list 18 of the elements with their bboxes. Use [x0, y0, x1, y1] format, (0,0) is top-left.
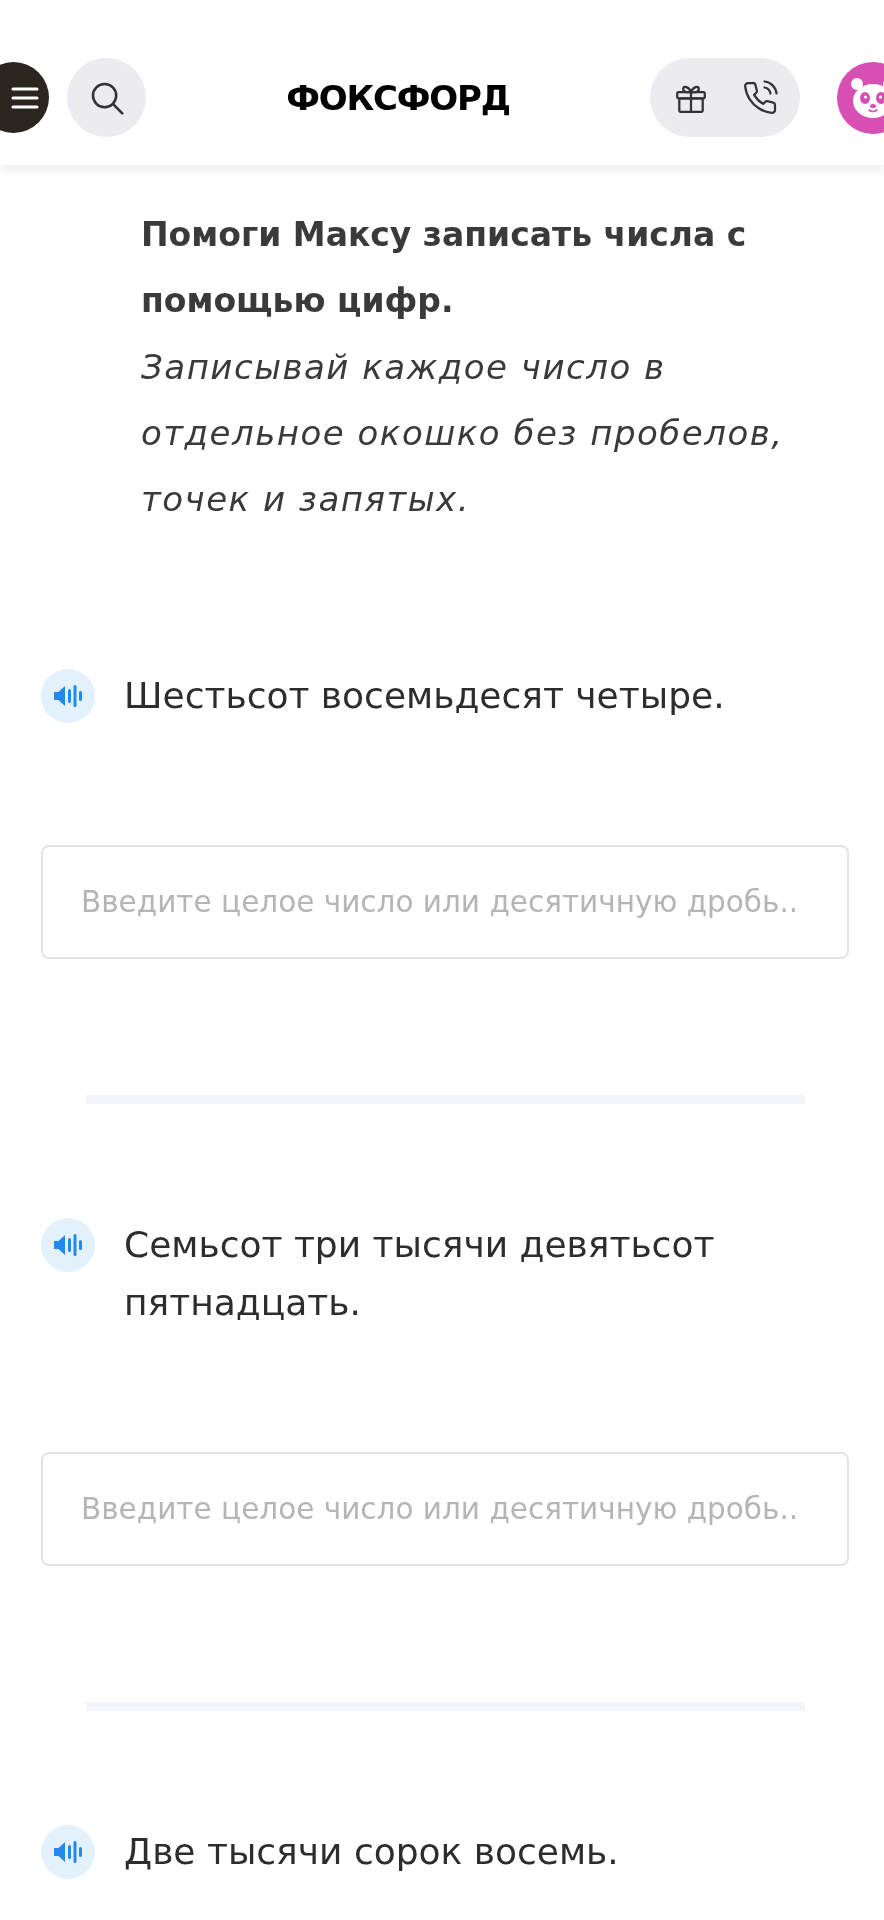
answer-field[interactable]: Введите целое число или десятичную дробь..	[41, 845, 849, 959]
question-text: Две тысячи сорок восемь.	[124, 1830, 619, 1874]
logo: ФОКСФОРД	[286, 80, 510, 115]
speaker-icon	[41, 1825, 95, 1879]
play-audio-button[interactable]	[41, 669, 95, 723]
phone-icon	[741, 79, 778, 116]
menu-icon	[10, 86, 39, 109]
hint-text: Записывай каждое число в отдельное окошко без пробелов, точек и запятых.	[141, 346, 785, 521]
play-audio-button[interactable]	[41, 1218, 95, 1272]
speaker-icon	[41, 669, 95, 723]
question-text: Семьсот три тысячи девятьсот пятнадцать.	[124, 1223, 716, 1325]
search-icon	[89, 80, 124, 115]
speaker-icon	[41, 1218, 95, 1272]
play-audio-button[interactable]	[41, 1825, 95, 1879]
phone-button[interactable]	[741, 79, 778, 116]
answer-field[interactable]: Введите целое число или десятичную дробь..	[41, 1452, 849, 1566]
question-text: Шестьсот восемьдесят четыре.	[124, 674, 725, 718]
instruction-text: Помоги Максу записать числа с помощью цифр.	[141, 214, 748, 322]
